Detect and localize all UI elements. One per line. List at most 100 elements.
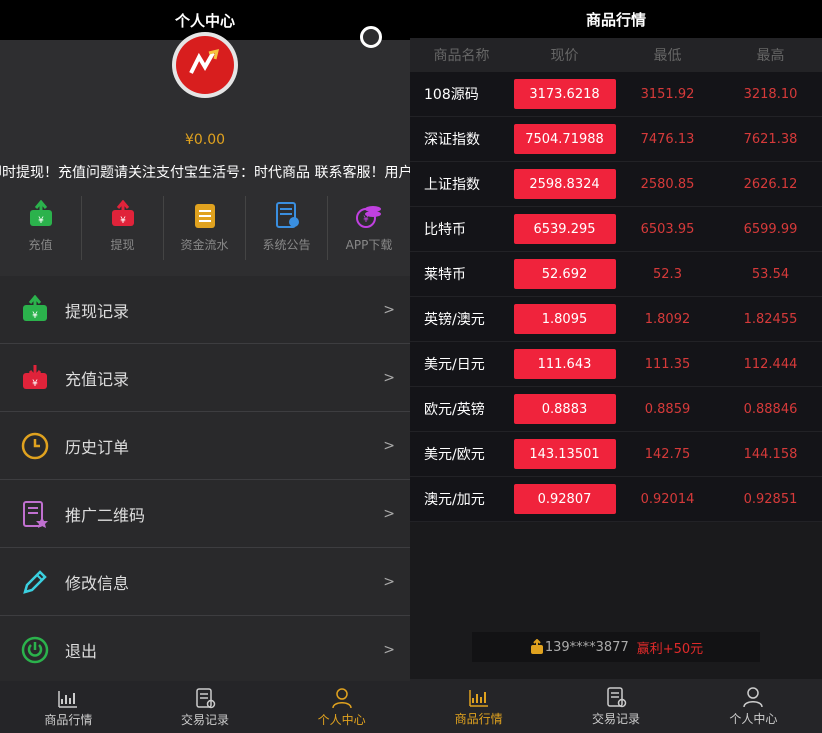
quick-app-download[interactable]: ¥ APP下载 (328, 196, 410, 260)
table-row[interactable]: 莱特币 52.692 52.3 53.54 (410, 252, 822, 297)
tab-label: 交易记录 (181, 712, 230, 727)
tab-market[interactable]: 商品行情 (0, 681, 137, 733)
svg-text:¥: ¥ (38, 216, 44, 226)
tab-trade-record[interactable]: 交易记录 (137, 681, 274, 733)
quick-label: 充值 (28, 238, 53, 252)
current-price[interactable]: 2598.8324 (513, 169, 616, 199)
tab-label: 个人中心 (317, 712, 366, 727)
app-download-icon: ¥ (356, 206, 381, 228)
clock-icon (21, 432, 49, 459)
table-row[interactable]: 欧元/英镑 0.8883 0.8859 0.88846 (410, 387, 822, 432)
notice-marquee: 即时提现！充值问题请关注支付宝生活号：时代商品 联系客服！用户 (0, 160, 410, 186)
chart-icon (468, 689, 488, 707)
menu-label: 历史订单 (65, 437, 130, 457)
quick-label: 提现 (110, 238, 135, 252)
product-name: 美元/欧元 (424, 447, 485, 463)
high-price: 0.92851 (743, 491, 798, 507)
svg-text:¥: ¥ (32, 311, 38, 321)
tab-trade-record[interactable]: 交易记录 (547, 679, 684, 733)
low-price: 1.8092 (644, 311, 691, 327)
low-price: 142.75 (644, 446, 691, 462)
table-row[interactable]: 上证指数 2598.8324 2580.85 2626.12 (410, 162, 822, 207)
table-header: 商品名称 现价 最低 最高 (410, 38, 822, 72)
tab-personal-center[interactable]: 个人中心 (685, 679, 822, 733)
profit-ticker: 139****3877 赢利+50元 (472, 632, 760, 662)
current-price[interactable]: 111.643 (513, 349, 616, 379)
menu-withdraw-record[interactable]: ¥ 提现记录 > (0, 276, 410, 344)
quick-withdraw[interactable]: ¥ 提现 (82, 196, 164, 260)
high-price: 0.88846 (743, 401, 798, 417)
quick-announcement[interactable]: 系统公告 (246, 196, 328, 260)
menu-logout[interactable]: 退出 > (0, 616, 410, 684)
menu-label: 推广二维码 (65, 505, 146, 525)
menu-label: 修改信息 (65, 573, 130, 593)
tab-label: 商品行情 (44, 712, 93, 727)
price-cell: 52.692 (513, 259, 616, 289)
price-cell: 0.92807 (513, 484, 616, 514)
bottom-tabbar: 商品行情 交易记录 个人中心 (410, 679, 822, 733)
column-header: 最低 (653, 48, 682, 64)
chevron-right-icon: > (383, 301, 395, 318)
current-price[interactable]: 7504.71988 (513, 124, 616, 154)
high-price: 1.82455 (743, 311, 798, 327)
current-price[interactable]: 1.8095 (513, 304, 616, 334)
quick-actions: ¥ 充值 ¥ 提现 资金流水 系统公告 ¥ APP下载 (0, 196, 410, 266)
announcement-icon (275, 202, 299, 228)
menu-label: 提现记录 (65, 301, 130, 321)
table-row[interactable]: 澳元/加元 0.92807 0.92014 0.92851 (410, 477, 822, 522)
table-row[interactable]: 美元/日元 111.643 111.35 112.444 (410, 342, 822, 387)
table-row[interactable]: 深证指数 7504.71988 7476.13 7621.38 (410, 117, 822, 162)
quick-label: 资金流水 (180, 238, 229, 252)
bottom-tabbar: 商品行情 交易记录 个人中心 (0, 681, 410, 733)
low-price: 3151.92 (640, 86, 695, 102)
quick-ledger[interactable]: 资金流水 (164, 196, 246, 260)
menu-promo-qrcode[interactable]: 推广二维码 > (0, 480, 410, 548)
settings-icon[interactable] (360, 26, 382, 48)
table-row[interactable]: 比特币 6539.295 6503.95 6599.99 (410, 207, 822, 252)
record-icon (196, 687, 216, 708)
high-price: 6599.99 (743, 221, 798, 237)
menu-history-orders[interactable]: 历史订单 > (0, 412, 410, 480)
low-price: 6503.95 (640, 221, 695, 237)
avatar[interactable] (172, 32, 238, 98)
high-price: 144.158 (743, 446, 798, 462)
price-cell: 1.8095 (513, 304, 616, 334)
chevron-right-icon: > (383, 641, 395, 658)
withdraw-record-icon: ¥ (23, 294, 47, 321)
price-cell: 143.13501 (513, 439, 616, 469)
table-row[interactable]: 108源码 3173.6218 3151.92 3218.10 (410, 72, 822, 117)
chevron-right-icon: > (383, 437, 395, 454)
current-price[interactable]: 52.692 (513, 259, 616, 289)
profile-section: ¥0.00 (0, 26, 410, 160)
quick-recharge[interactable]: ¥ 充值 (0, 196, 82, 260)
column-header: 最高 (756, 48, 785, 64)
high-price: 53.54 (751, 266, 790, 282)
product-name: 108源码 (424, 87, 479, 103)
menu-label: 充值记录 (65, 369, 130, 389)
table-row[interactable]: 英镑/澳元 1.8095 1.8092 1.82455 (410, 297, 822, 342)
menu-label: 退出 (65, 641, 98, 661)
table-row[interactable]: 美元/欧元 143.13501 142.75 144.158 (410, 432, 822, 477)
low-price: 111.35 (644, 356, 691, 372)
record-icon (607, 686, 627, 707)
current-price[interactable]: 0.8883 (513, 394, 616, 424)
menu-recharge-record[interactable]: ¥ 充值记录 > (0, 344, 410, 412)
tab-market[interactable]: 商品行情 (410, 679, 547, 733)
quick-label: 系统公告 (262, 238, 311, 252)
current-price[interactable]: 3173.6218 (513, 79, 616, 109)
low-price: 2580.85 (640, 176, 695, 192)
menu-list: ¥ 提现记录 > ¥ 充值记录 > 历史订单 > 推广二维码 > 修改信息 > … (0, 276, 410, 684)
money-bag-icon (530, 639, 543, 654)
price-cell: 2598.8324 (513, 169, 616, 199)
recharge-icon: ¥ (29, 200, 52, 226)
menu-edit-info[interactable]: 修改信息 > (0, 548, 410, 616)
tab-label: 个人中心 (729, 711, 778, 726)
page-title: 商品行情 (410, 0, 822, 38)
high-price: 3218.10 (743, 86, 798, 102)
product-name: 比特币 (424, 222, 466, 238)
tab-label: 商品行情 (454, 711, 503, 726)
tab-personal-center[interactable]: 个人中心 (273, 681, 410, 733)
current-price[interactable]: 143.13501 (513, 439, 616, 469)
current-price[interactable]: 0.92807 (513, 484, 616, 514)
current-price[interactable]: 6539.295 (513, 214, 616, 244)
